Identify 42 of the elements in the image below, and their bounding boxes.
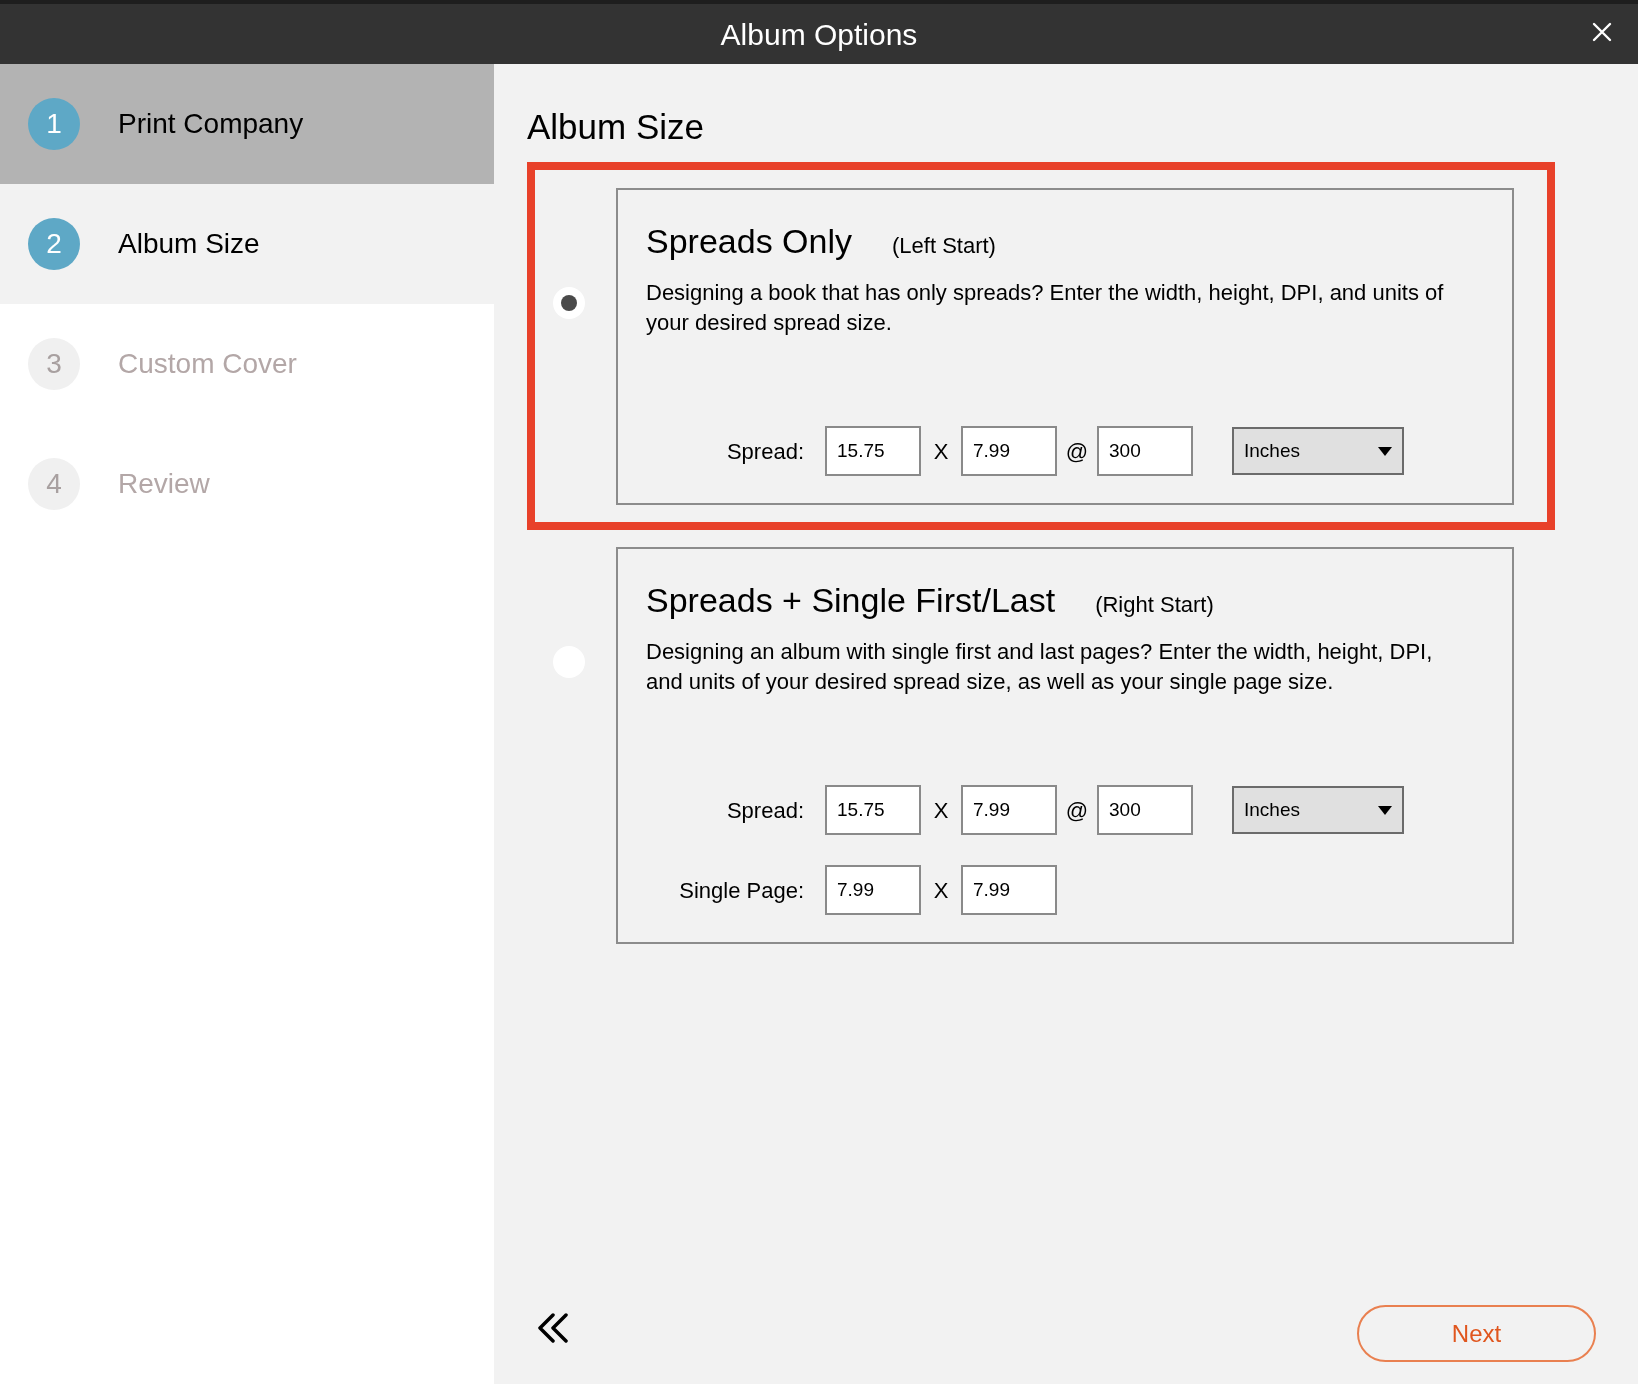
input-field[interactable]: 300: [1097, 426, 1193, 476]
field-label: Single Page:: [678, 876, 804, 905]
units-dropdown[interactable]: Inches: [1232, 427, 1404, 475]
input-field[interactable]: 7.99: [825, 865, 921, 915]
field-label: Spread:: [725, 796, 804, 825]
step-label: Album Size: [118, 227, 260, 261]
input-field[interactable]: 15.75: [825, 426, 921, 476]
option-subtitle: (Left Start): [892, 232, 996, 260]
field-label: Spread:: [725, 437, 804, 466]
input-field[interactable]: 7.99: [961, 426, 1057, 476]
step-number: 3: [28, 338, 80, 390]
step-item[interactable]: 1 Print Company: [0, 64, 494, 184]
dropdown-caret-icon: [1378, 805, 1392, 815]
step-number: 2: [28, 218, 80, 270]
radio-button[interactable]: [552, 287, 585, 319]
window-title: Album Options: [720, 16, 918, 53]
option-description: Designing a book that has only spreads? Enter the width, height, DPI, and units of your desired spread size.: [646, 279, 1445, 337]
step-number: 1: [28, 98, 80, 150]
back-button[interactable]: [535, 1310, 571, 1346]
separator-text: X: [932, 437, 950, 466]
separator-text: @: [1064, 796, 1090, 825]
separator-text: X: [932, 796, 950, 825]
input-field[interactable]: 7.99: [961, 785, 1057, 835]
units-dropdown[interactable]: Inches: [1232, 786, 1404, 834]
step-label: Custom Cover: [118, 347, 297, 381]
option-description: Designing an album with single first and last pages? Enter the width, height, DPI, and units of your desired spread size, as well as your single page size.: [646, 638, 1434, 696]
double-chevron-left-icon: [537, 1313, 569, 1343]
input-field[interactable]: 300: [1097, 785, 1193, 835]
step-number: 4: [28, 458, 80, 510]
input-field[interactable]: 15.75: [825, 785, 921, 835]
step-item[interactable]: 2 Album Size: [0, 184, 494, 304]
dropdown-caret-icon: [1378, 446, 1392, 456]
section-heading: Album Size: [527, 106, 706, 148]
separator-text: X: [932, 876, 950, 905]
step-label: Print Company: [118, 107, 304, 141]
option-title: Spreads + Single First/Last: [646, 580, 1056, 621]
separator-text: @: [1064, 437, 1090, 466]
input-field[interactable]: 7.99: [961, 865, 1057, 915]
step-label: Review: [118, 467, 210, 501]
option-title: Spreads Only: [646, 221, 852, 262]
option-subtitle: (Right Start): [1095, 591, 1214, 619]
close-icon: [1592, 22, 1612, 42]
